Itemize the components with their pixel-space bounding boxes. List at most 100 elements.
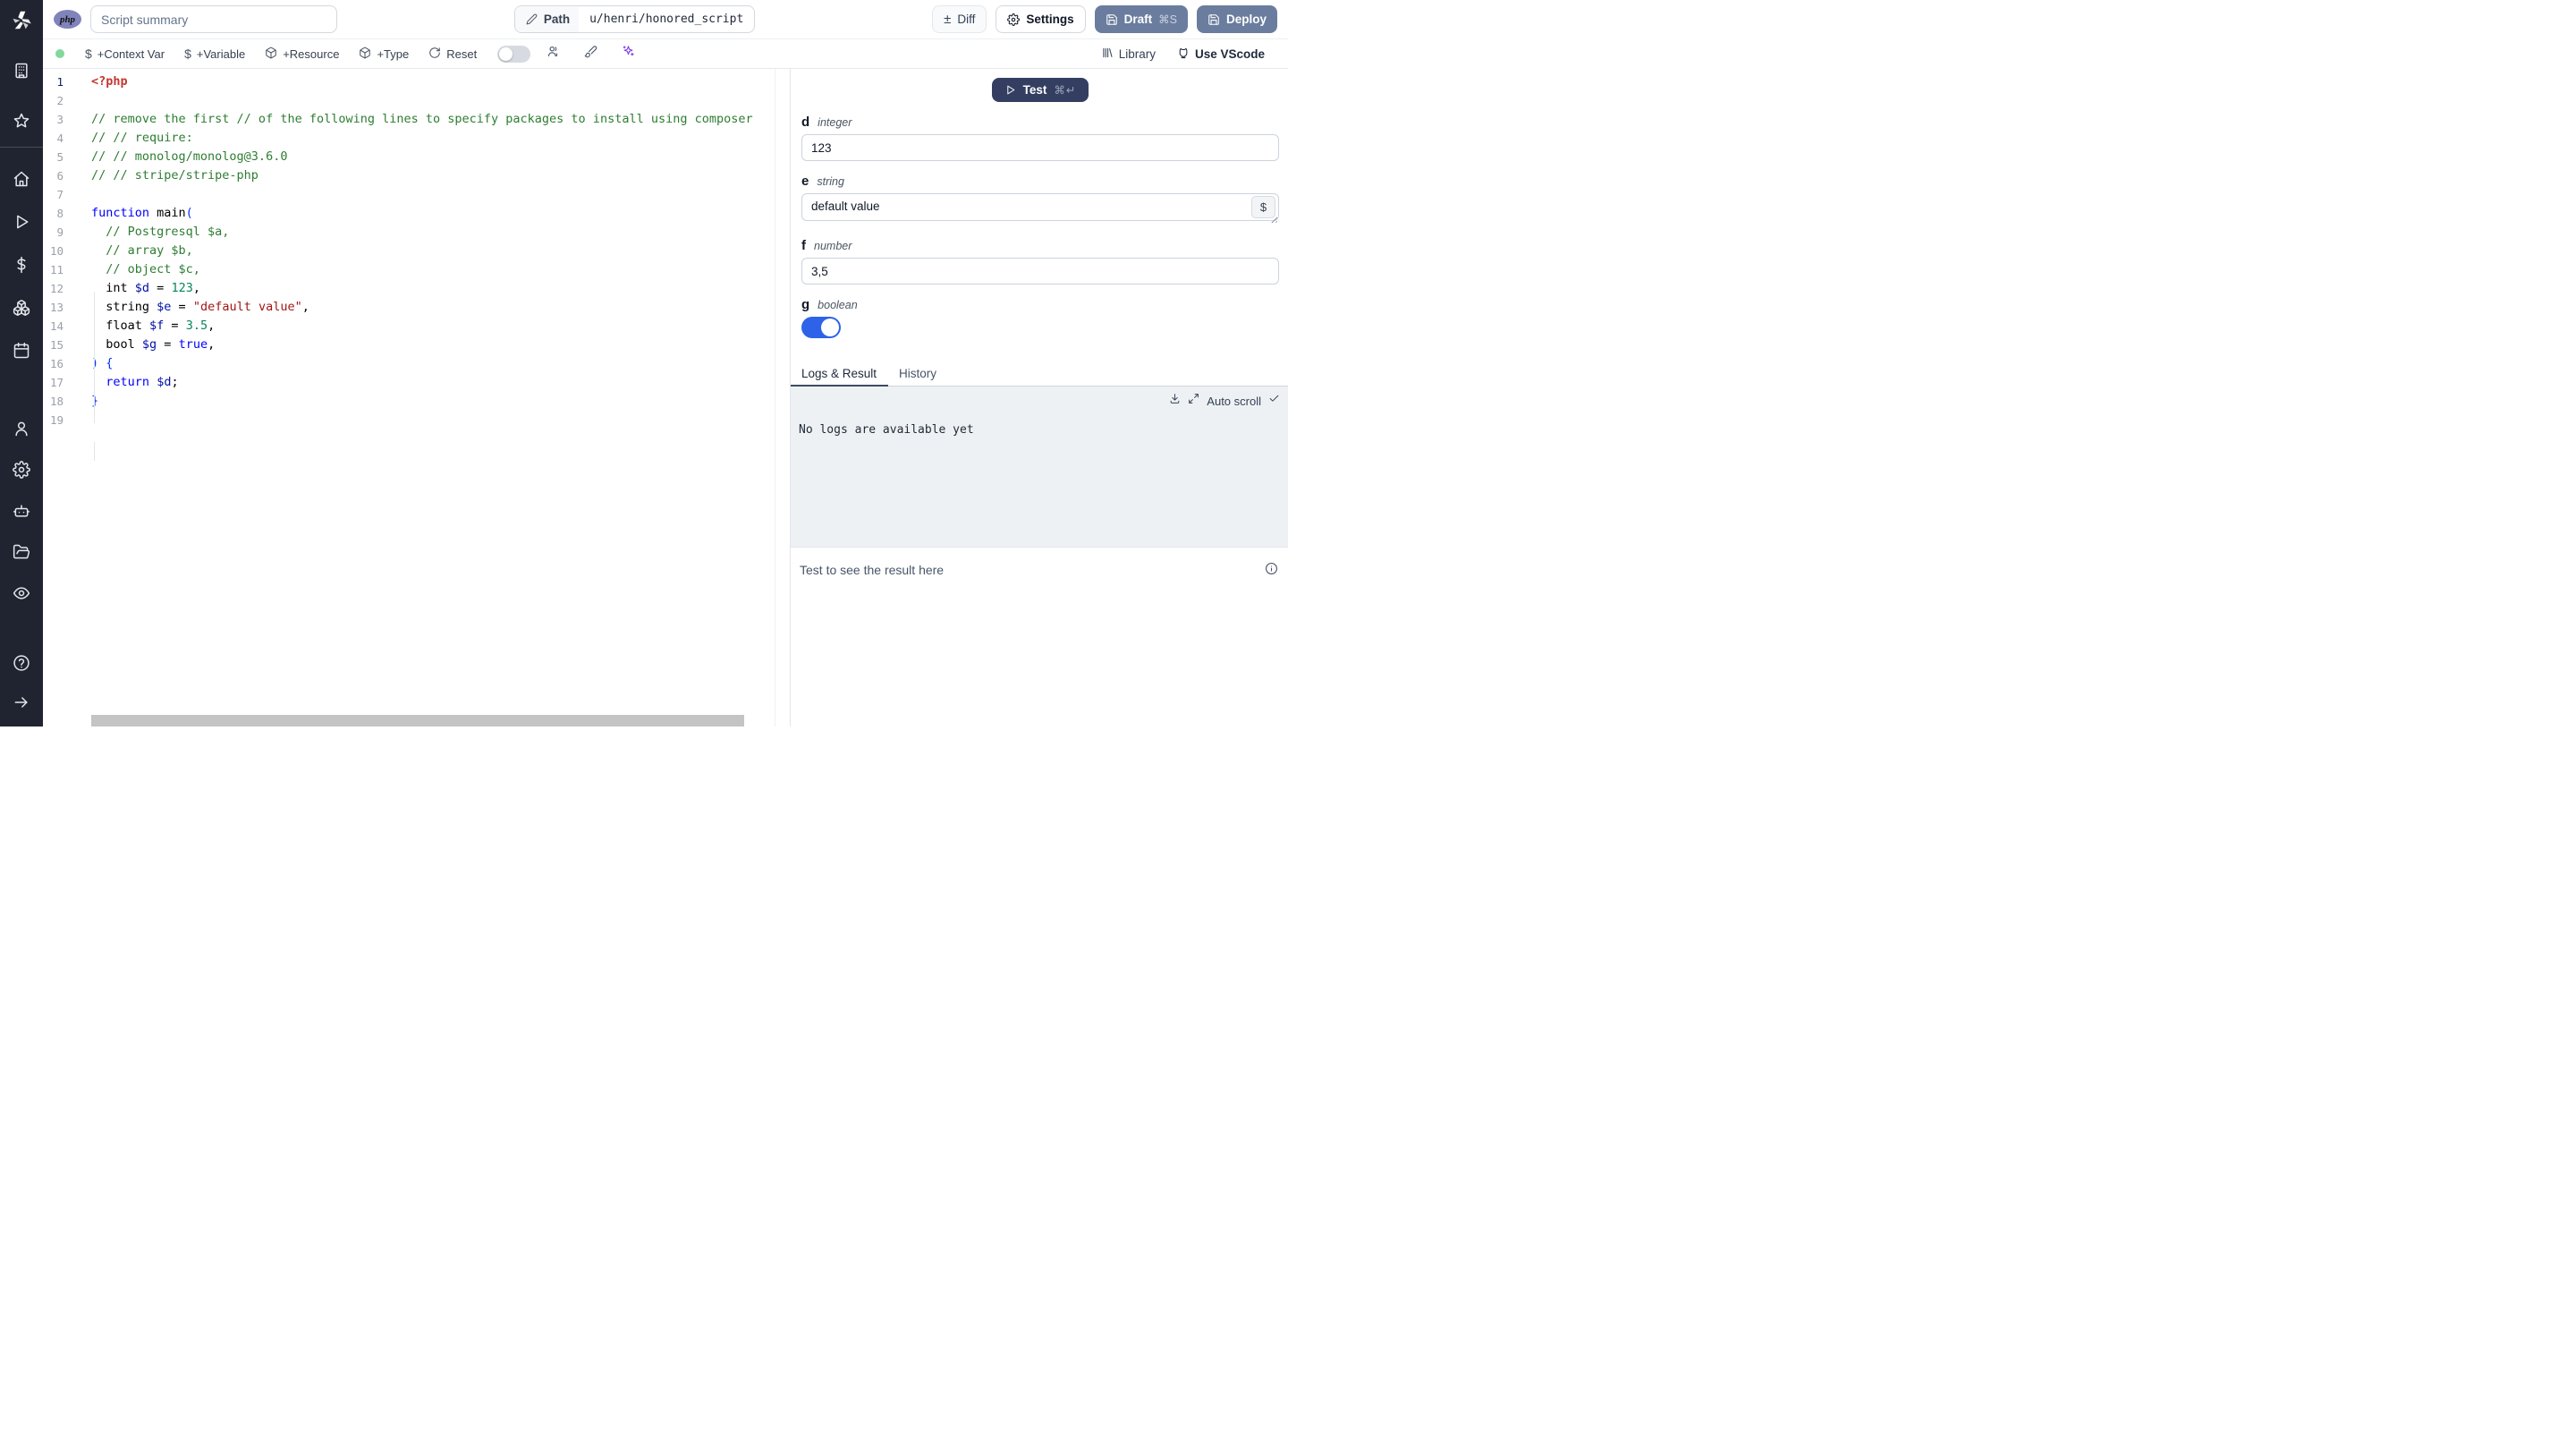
add-type-button[interactable]: +Type: [351, 42, 417, 65]
field-input-d[interactable]: [801, 134, 1279, 161]
draft-button[interactable]: Draft ⌘S: [1094, 5, 1188, 33]
windmill-logo-icon[interactable]: [0, 0, 43, 41]
field-type: integer: [818, 116, 852, 129]
test-shortcut: ⌘↵: [1054, 84, 1077, 97]
code-line[interactable]: 9 // Postgresql $a,: [43, 223, 790, 242]
insert-variable-button[interactable]: $: [1251, 196, 1275, 218]
sidebar-gear-icon[interactable]: [6, 455, 37, 485]
autoscroll-check-icon[interactable]: [1268, 393, 1280, 409]
field-toggle-g[interactable]: [801, 317, 841, 338]
code-editor[interactable]: 1 <?php 2 3// remove the first // of the fo…: [43, 69, 790, 726]
package-icon: [265, 47, 277, 62]
app-root: php Path u/henri/honored_script ± Diff S…: [0, 0, 1288, 726]
dollar-icon: $: [184, 47, 191, 61]
info-icon[interactable]: [1265, 562, 1278, 580]
use-vscode-button[interactable]: Use VScode: [1168, 47, 1274, 62]
sidebar-help-icon[interactable]: [6, 648, 37, 678]
sidebar-star-icon[interactable]: [6, 106, 37, 136]
tab-logs-result[interactable]: Logs & Result: [791, 367, 889, 387]
code-line[interactable]: 13 string $e = "default value",: [43, 298, 790, 317]
line-number: 2: [56, 94, 64, 107]
field-textarea-e[interactable]: [801, 193, 1279, 221]
code-line[interactable]: 10 // array $b,: [43, 242, 790, 260]
arguments-form: Test ⌘↵ d integer estring $ fnumber g boolean: [791, 69, 1288, 364]
diff-mode-toggle[interactable]: [497, 45, 531, 63]
sidebar-dollar-icon[interactable]: [6, 250, 37, 280]
sidebar-eye-icon[interactable]: [6, 578, 37, 608]
logs-empty-text: No logs are available yet: [799, 423, 974, 437]
code-line[interactable]: 14 float $f = 3.5,: [43, 317, 790, 336]
code-line[interactable]: 4// // require:: [43, 129, 790, 148]
code-line[interactable]: 5// // monolog/monolog@3.6.0: [43, 148, 790, 166]
path-field[interactable]: Path u/henri/honored_script: [513, 5, 756, 33]
library-icon: [1101, 47, 1114, 62]
diff-button[interactable]: ± Diff: [932, 5, 987, 33]
code-line[interactable]: 11 // object $c,: [43, 260, 790, 279]
line-number: 17: [49, 376, 64, 389]
autoscroll-label[interactable]: Auto scroll: [1207, 395, 1261, 408]
reset-button[interactable]: Reset: [420, 42, 485, 65]
code-line[interactable]: 1 <?php: [43, 72, 790, 91]
ai-sparkles-icon[interactable]: [616, 42, 640, 65]
indent-guide: [94, 292, 95, 423]
field-input-f[interactable]: [801, 258, 1279, 285]
code-line[interactable]: 15 bool $g = true,: [43, 336, 790, 354]
script-summary-input[interactable]: [90, 5, 337, 33]
panel-tabs: Logs & Result History: [791, 364, 1288, 387]
top-header: php Path u/henri/honored_script ± Diff S…: [43, 0, 1288, 39]
code-line[interactable]: 19: [43, 411, 790, 429]
code-line[interactable]: 2: [43, 91, 790, 110]
package-icon: [359, 47, 371, 62]
code-line[interactable]: 17 return $d;: [43, 373, 790, 392]
line-number: 10: [49, 244, 64, 258]
diff-icon: ±: [944, 12, 952, 27]
horizontal-scrollbar[interactable]: [91, 715, 744, 726]
line-number: 12: [49, 282, 64, 295]
sidebar-user-icon[interactable]: [6, 413, 37, 444]
multiplayer-icon[interactable]: [541, 42, 564, 65]
sidebar-play-icon[interactable]: [6, 207, 37, 237]
line-number: 4: [56, 132, 64, 145]
code-line[interactable]: 3// remove the first // of the following…: [43, 110, 790, 129]
library-button[interactable]: Library: [1092, 47, 1165, 62]
tab-history[interactable]: History: [888, 367, 948, 386]
sidebar-boxes-icon[interactable]: [6, 293, 37, 323]
result-pane: Test to see the result here: [791, 548, 1288, 726]
sidebar-folder-icon[interactable]: [6, 537, 37, 567]
line-number: 9: [56, 225, 64, 239]
run-panel: Test ⌘↵ dintegerestring$fnumbergboolean …: [790, 69, 1288, 726]
line-number: 6: [56, 169, 64, 183]
line-number: 14: [49, 319, 64, 333]
logs-pane: Auto scroll No logs are available yet: [791, 387, 1288, 548]
sidebar-bot-icon[interactable]: [6, 496, 37, 526]
code-line[interactable]: 6// // stripe/stripe-php: [43, 166, 790, 185]
add-resource-button[interactable]: +Resource: [257, 42, 347, 65]
expand-logs-icon[interactable]: [1188, 393, 1199, 409]
path-value: u/henri/honored_script: [589, 13, 744, 26]
sidebar-calendar-icon[interactable]: [6, 336, 37, 366]
sidebar-building-icon[interactable]: [6, 55, 37, 86]
code-line[interactable]: 7: [43, 185, 790, 204]
sidebar-home-icon[interactable]: [6, 164, 37, 194]
test-button[interactable]: Test ⌘↵: [991, 78, 1089, 102]
line-number: 13: [49, 301, 64, 314]
reset-icon: [428, 47, 441, 62]
download-logs-icon[interactable]: [1169, 393, 1181, 409]
path-label: Path: [543, 13, 571, 26]
gear-icon: [1007, 13, 1021, 26]
add-variable-button[interactable]: $ +Variable: [176, 42, 253, 65]
add-context-var-button[interactable]: $ +Context Var: [77, 42, 173, 65]
sidebar-arrow-right-icon[interactable]: [6, 687, 37, 718]
code-line[interactable]: 8 function main(: [43, 204, 790, 223]
format-brush-icon[interactable]: [579, 42, 602, 65]
code-line[interactable]: 16) {: [43, 354, 790, 373]
sidebar-divider: [0, 147, 43, 148]
code-line[interactable]: 12 int $d = 123,: [43, 279, 790, 298]
code-line[interactable]: 18}: [43, 392, 790, 411]
indent-guide: [94, 442, 95, 461]
settings-button[interactable]: Settings: [996, 5, 1086, 33]
line-number: 8: [56, 207, 64, 220]
deploy-button[interactable]: Deploy: [1196, 5, 1277, 33]
line-number: 19: [49, 413, 64, 427]
save-icon: [1106, 13, 1117, 25]
